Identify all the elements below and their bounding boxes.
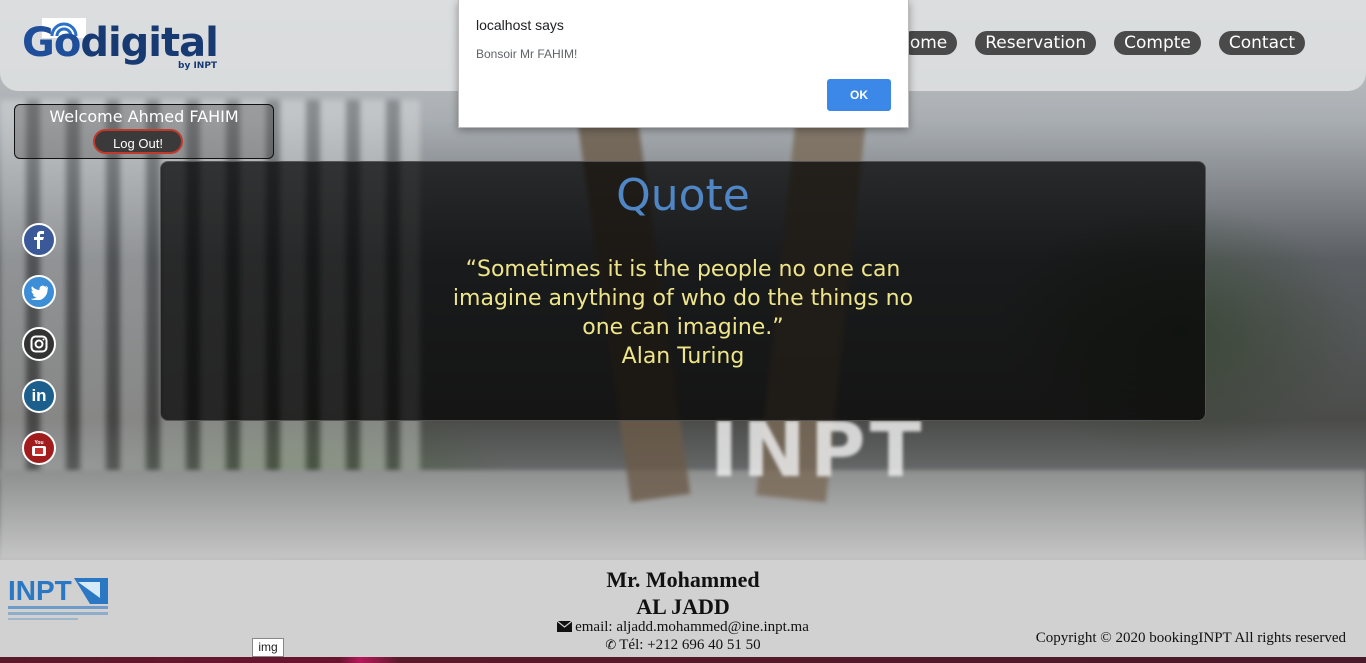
dialog-ok-button[interactable]: OK	[827, 79, 891, 111]
quote-text: “Sometimes it is the people no one can i…	[452, 257, 914, 340]
quote-author: Alan Turing	[621, 344, 745, 369]
logo-text: Godigital	[22, 20, 219, 66]
img-tooltip: img	[252, 638, 284, 657]
twitter-icon[interactable]	[22, 275, 56, 309]
contact-name: Mr. Mohammed AL JADD	[553, 566, 813, 620]
contact-phone-text: Tél: +212 696 40 51 50	[619, 637, 761, 653]
welcome-text: Welcome Ahmed FAHIM	[49, 107, 239, 126]
alert-dialog: localhost says Bonsoir Mr FAHIM! OK	[458, 0, 909, 128]
main-nav: ome Reservation Compte Contact	[899, 31, 1305, 55]
footer: INPT Mr. Mohammed AL JADD email: aljadd.…	[0, 560, 1366, 663]
dialog-title: localhost says	[476, 17, 564, 33]
nav-contact[interactable]: Contact	[1218, 31, 1305, 55]
logo-go: Go	[22, 20, 81, 66]
quote-title: Quote	[616, 170, 750, 221]
inpt-logo: INPT	[8, 575, 108, 620]
bottom-bar	[0, 657, 1366, 663]
logout-button[interactable]: Log Out!	[93, 129, 183, 154]
contact-phone: ✆ Tél: +212 696 40 51 50	[480, 637, 886, 654]
facebook-icon[interactable]	[22, 223, 56, 257]
phone-icon: ✆	[605, 637, 617, 652]
instagram-icon[interactable]	[22, 327, 56, 361]
nav-compte[interactable]: Compte	[1114, 31, 1201, 55]
inpt-logo-text: INPT	[8, 575, 72, 606]
envelope-icon	[557, 621, 573, 632]
quote-text-block: “Sometimes it is the people no one can i…	[441, 255, 925, 371]
contact-email: email: aljadd.mohammed@ine.inpt.ma	[480, 619, 886, 636]
quote-box: Quote “Sometimes it is the people no one…	[160, 161, 1206, 421]
copyright: Copyright © 2020 bookingINPT All rights …	[1035, 630, 1346, 646]
contact-name-line2: AL JADD	[636, 594, 730, 619]
godigital-logo[interactable]: Godigital by INPT	[22, 18, 232, 74]
linkedin-icon[interactable]: in	[22, 379, 56, 413]
nav-reservation[interactable]: Reservation	[975, 31, 1097, 55]
dialog-message: Bonsoir Mr FAHIM!	[476, 47, 578, 61]
logo-subtitle: by INPT	[178, 61, 218, 71]
welcome-box: Welcome Ahmed FAHIM Log Out!	[14, 104, 274, 159]
contact-name-line1: Mr. Mohammed	[606, 567, 760, 592]
contact-email-text: email: aljadd.mohammed@ine.inpt.ma	[575, 619, 809, 635]
logo-digital: digital	[80, 20, 219, 66]
svg-text:You: You	[34, 440, 43, 446]
youtube-icon[interactable]: You	[22, 431, 56, 465]
